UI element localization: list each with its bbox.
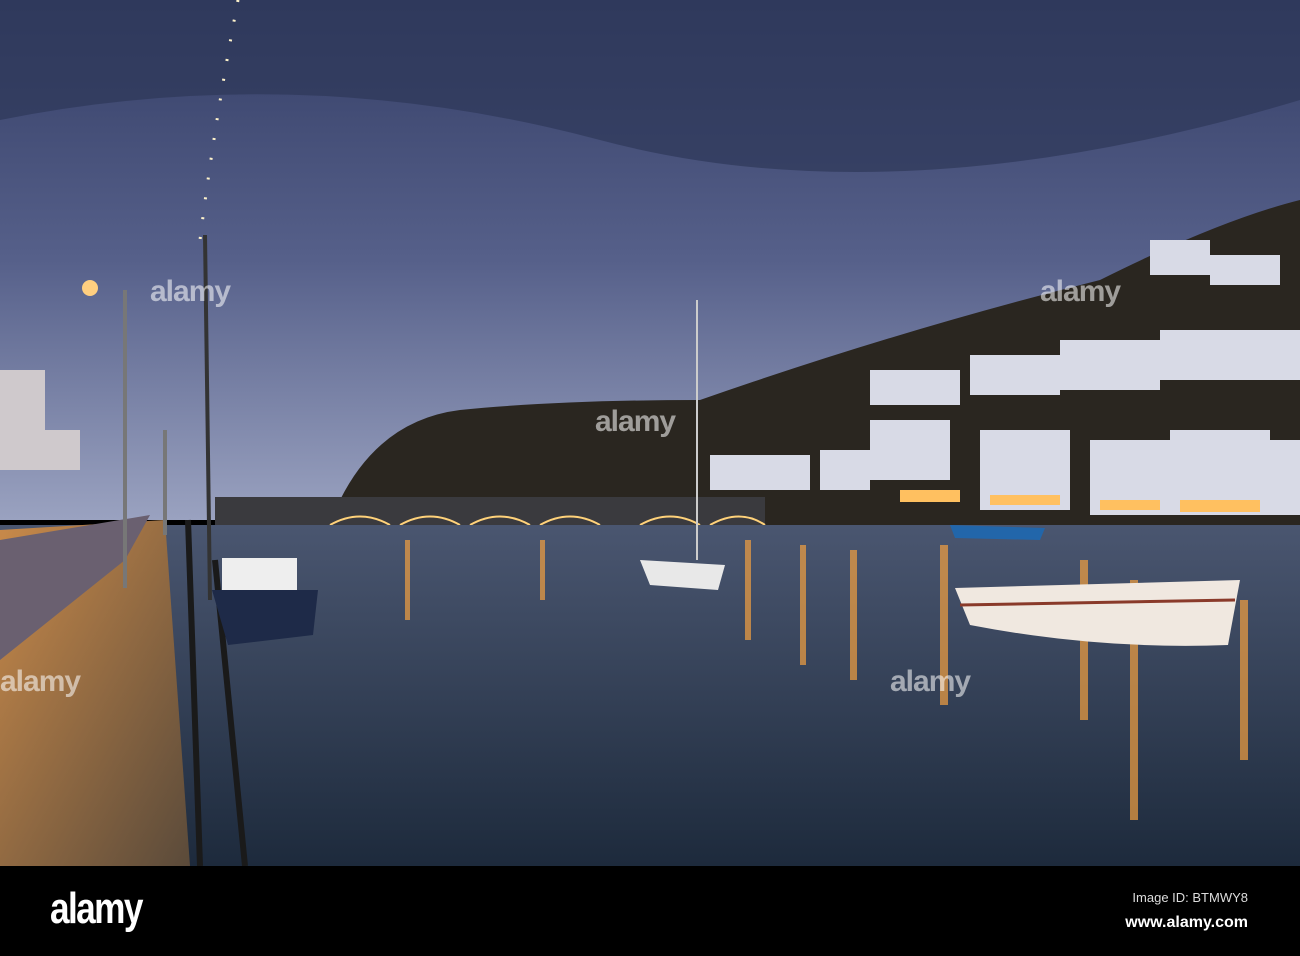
image-id: Image ID: BTMWY8 (1132, 890, 1248, 905)
alamy-logo: alamy (50, 884, 143, 933)
watermark: alamy (0, 665, 81, 698)
watermark: alamy (150, 275, 231, 308)
watermark: alamy (890, 665, 971, 698)
bridge (215, 497, 765, 525)
street-lamp-light (82, 280, 98, 296)
footer-bar: alamy Image ID: BTMWY8 www.alamy.com (0, 866, 1300, 956)
watermark: alamy (1040, 275, 1121, 308)
watermark: alamy (595, 405, 676, 438)
site-url: www.alamy.com (1125, 914, 1248, 931)
